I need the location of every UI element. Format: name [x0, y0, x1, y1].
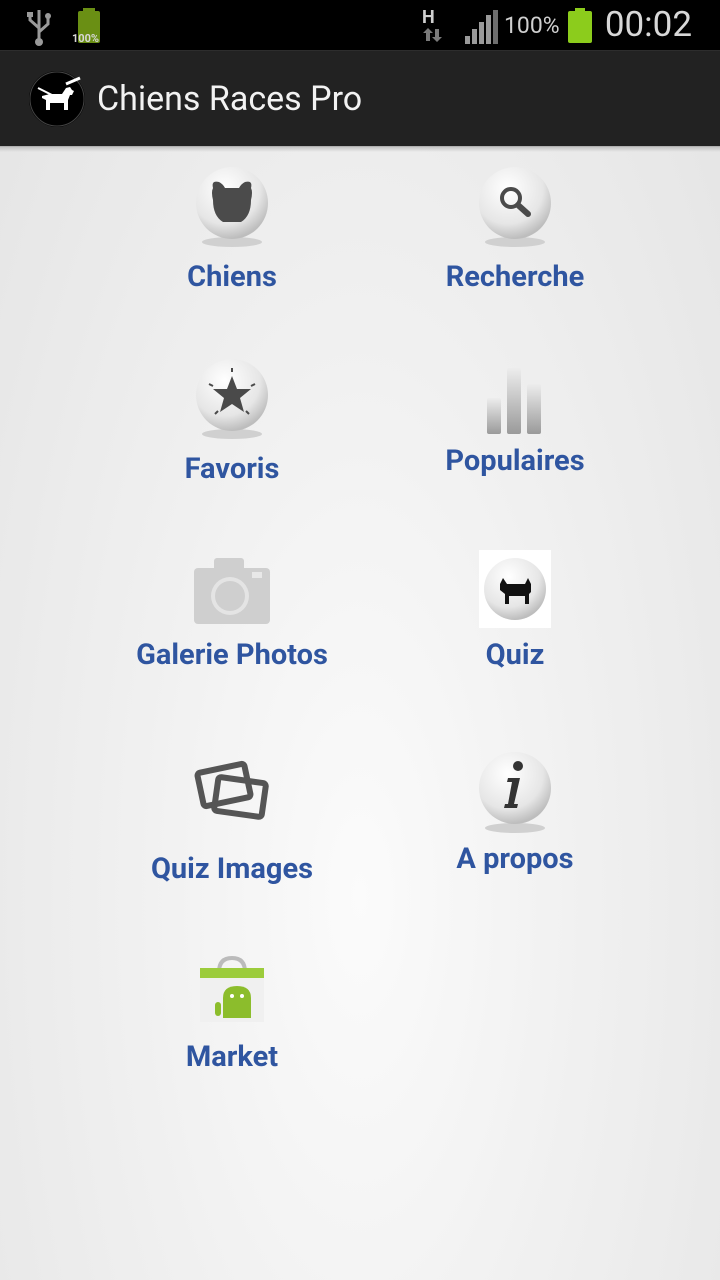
menu-label-quiz: Quiz	[485, 638, 545, 672]
action-bar: Chiens Races Pro	[0, 50, 720, 147]
bar-chart-icon	[487, 368, 541, 434]
menu-item-quiz-images[interactable]: Quiz Images	[82, 758, 382, 918]
battery-icon	[568, 8, 592, 43]
battery-percent: 100%	[504, 12, 560, 39]
magnifier-icon	[479, 167, 551, 247]
menu-label-quiz-images: Quiz Images	[150, 852, 314, 886]
menu-item-favoris[interactable]: Favoris	[82, 358, 382, 518]
usb-icon	[27, 10, 51, 46]
signal-icon	[465, 10, 498, 44]
clock: 00:02	[604, 4, 692, 45]
battery-notification-icon: 100%	[72, 8, 106, 50]
menu-item-a-propos[interactable]: A propos	[365, 750, 665, 910]
menu-label-populaires: Populaires	[445, 444, 585, 478]
menu-item-galerie-photos[interactable]: Galerie Photos	[82, 552, 382, 712]
info-icon	[479, 752, 551, 833]
battery-small-label: 100%	[72, 32, 100, 45]
menu-label-galerie-photos: Galerie Photos	[136, 638, 328, 672]
dog-quiz-icon	[479, 550, 551, 628]
menu-label-chiens: Chiens	[187, 260, 277, 294]
dog-head-icon	[196, 167, 268, 247]
android-market-icon	[200, 955, 264, 1022]
data-arrows-icon	[423, 28, 442, 42]
menu-label-market: Market	[185, 1040, 279, 1074]
menu-item-populaires[interactable]: Populaires	[365, 358, 665, 518]
app-title: Chiens Races Pro	[97, 79, 363, 119]
menu-label-favoris: Favoris	[184, 452, 280, 486]
pictures-icon	[194, 760, 269, 820]
star-icon	[196, 359, 268, 439]
menu-label-recherche: Recherche	[445, 260, 585, 294]
menu-item-chiens[interactable]: Chiens	[82, 166, 382, 326]
menu-item-market[interactable]: Market	[82, 954, 382, 1114]
status-bar: 100% H 100% 00:02	[0, 0, 720, 50]
menu-item-recherche[interactable]: Recherche	[365, 166, 665, 326]
network-type-label: H	[422, 7, 435, 28]
app-logo-icon[interactable]	[28, 70, 86, 128]
menu-label-a-propos: A propos	[456, 842, 574, 876]
action-bar-shadow	[0, 146, 720, 152]
camera-icon	[194, 558, 270, 624]
menu-item-quiz[interactable]: Quiz	[365, 550, 665, 712]
